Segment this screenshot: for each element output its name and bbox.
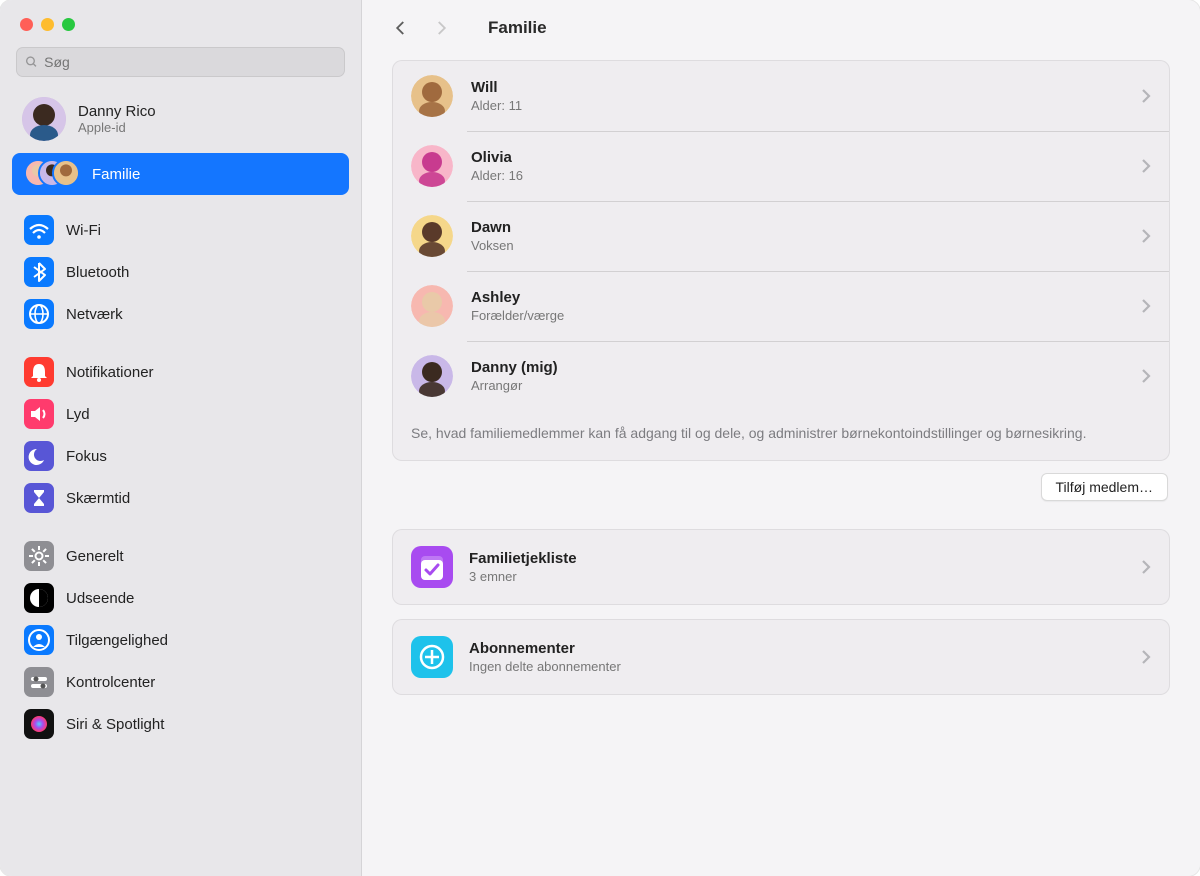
sidebar-item-label: Kontrolcenter: [66, 674, 155, 691]
member-avatar: [411, 285, 453, 327]
bluetooth-icon: [24, 257, 54, 287]
search-field[interactable]: [44, 54, 336, 70]
feature-sub: Ingen delte abonnementer: [469, 659, 1125, 674]
member-sub: Alder: 16: [471, 168, 1123, 183]
checklist-icon: [411, 546, 453, 588]
back-button[interactable]: [392, 19, 410, 37]
wifi-icon: [24, 215, 54, 245]
contrast-icon: [24, 583, 54, 613]
sidebar-item-label: Wi-Fi: [66, 222, 101, 239]
sidebar-item-screentime[interactable]: Skærmtid: [12, 477, 349, 519]
window-controls: [0, 0, 361, 45]
minimize-button[interactable]: [41, 18, 54, 31]
speaker-icon: [24, 399, 54, 429]
sidebar-item-bluetooth[interactable]: Bluetooth: [12, 251, 349, 293]
chevron-right-icon: [1141, 298, 1151, 314]
main-content: Familie Will Alder: 11 Olivia Alder: 16: [362, 0, 1200, 876]
chevron-right-icon: [1141, 649, 1151, 665]
sidebar-item-label: Tilgængelighed: [66, 632, 168, 649]
member-avatar: [411, 215, 453, 257]
sidebar-item-focus[interactable]: Fokus: [12, 435, 349, 477]
siri-icon: [24, 709, 54, 739]
sidebar-item-sound[interactable]: Lyd: [12, 393, 349, 435]
search-icon: [25, 55, 38, 69]
close-button[interactable]: [20, 18, 33, 31]
feature-title: Abonnementer: [469, 640, 1125, 657]
sidebar-item-general[interactable]: Generelt: [12, 535, 349, 577]
sidebar-item-family[interactable]: Familie: [12, 153, 349, 195]
family-avatars-icon: [24, 159, 80, 189]
members-footer-text: Se, hvad familiemedlemmer kan få adgang …: [393, 411, 1169, 460]
person-icon: [24, 625, 54, 655]
sidebar-item-appearance[interactable]: Udseende: [12, 577, 349, 619]
family-member-row[interactable]: Olivia Alder: 16: [393, 131, 1169, 201]
account-avatar: [22, 97, 66, 141]
search-input[interactable]: [16, 47, 345, 77]
member-sub: Voksen: [471, 238, 1123, 253]
chevron-right-icon: [1141, 158, 1151, 174]
member-name: Ashley: [471, 289, 1123, 306]
member-avatar: [411, 355, 453, 397]
family-member-row[interactable]: Dawn Voksen: [393, 201, 1169, 271]
sidebar-item-notifications[interactable]: Notifikationer: [12, 351, 349, 393]
account-sub: Apple-id: [78, 120, 156, 135]
hourglass-icon: [24, 483, 54, 513]
toolbar: Familie: [362, 0, 1200, 46]
sidebar: Danny Rico Apple-id Familie Wi-Fi Blueto…: [0, 0, 362, 876]
feature-panel-checklist[interactable]: Familietjekliste 3 emner: [392, 529, 1170, 605]
chevron-right-icon: [1141, 559, 1151, 575]
member-sub: Alder: 11: [471, 98, 1123, 113]
settings-window: Danny Rico Apple-id Familie Wi-Fi Blueto…: [0, 0, 1200, 876]
sidebar-item-control-center[interactable]: Kontrolcenter: [12, 661, 349, 703]
sidebar-item-account[interactable]: Danny Rico Apple-id: [0, 89, 361, 153]
family-members-panel: Will Alder: 11 Olivia Alder: 16 Dawn Vok…: [392, 60, 1170, 461]
member-sub: Forælder/værge: [471, 308, 1123, 323]
sidebar-item-label: Skærmtid: [66, 490, 130, 507]
feature-title: Familietjekliste: [469, 550, 1125, 567]
moon-icon: [24, 441, 54, 471]
sliders-icon: [24, 667, 54, 697]
sidebar-item-label: Bluetooth: [66, 264, 129, 281]
page-title: Familie: [488, 18, 547, 38]
family-member-row[interactable]: Will Alder: 11: [393, 61, 1169, 131]
sidebar-item-label: Netværk: [66, 306, 123, 323]
member-name: Danny (mig): [471, 359, 1123, 376]
forward-button[interactable]: [432, 19, 450, 37]
sidebar-item-wifi[interactable]: Wi-Fi: [12, 209, 349, 251]
sidebar-item-label: Fokus: [66, 448, 107, 465]
family-member-row[interactable]: Danny (mig) Arrangør: [393, 341, 1169, 411]
sidebar-item-label: Notifikationer: [66, 364, 154, 381]
sidebar-item-siri[interactable]: Siri & Spotlight: [12, 703, 349, 745]
member-name: Olivia: [471, 149, 1123, 166]
sidebar-item-network[interactable]: Netværk: [12, 293, 349, 335]
maximize-button[interactable]: [62, 18, 75, 31]
sidebar-item-label: Lyd: [66, 406, 90, 423]
member-sub: Arrangør: [471, 378, 1123, 393]
sidebar-item-label: Generelt: [66, 548, 124, 565]
member-name: Will: [471, 79, 1123, 96]
sidebar-item-accessibility[interactable]: Tilgængelighed: [12, 619, 349, 661]
member-avatar: [411, 145, 453, 187]
chevron-right-icon: [1141, 368, 1151, 384]
sidebar-item-label: Familie: [92, 166, 140, 183]
family-member-row[interactable]: Ashley Forælder/værge: [393, 271, 1169, 341]
feature-sub: 3 emner: [469, 569, 1125, 584]
bell-icon: [24, 357, 54, 387]
sidebar-item-label: Siri & Spotlight: [66, 716, 164, 733]
globe-icon: [24, 299, 54, 329]
member-avatar: [411, 75, 453, 117]
subscriptions-icon: [411, 636, 453, 678]
chevron-right-icon: [1141, 228, 1151, 244]
feature-panel-subscriptions[interactable]: Abonnementer Ingen delte abonnementer: [392, 619, 1170, 695]
chevron-right-icon: [1141, 88, 1151, 104]
sidebar-item-label: Udseende: [66, 590, 134, 607]
member-name: Dawn: [471, 219, 1123, 236]
gear-icon: [24, 541, 54, 571]
sidebar-nav: Familie Wi-Fi Bluetooth Netværk Notifika…: [0, 153, 361, 761]
account-name: Danny Rico: [78, 103, 156, 120]
add-member-button[interactable]: Tilføj medlem…: [1041, 473, 1169, 501]
